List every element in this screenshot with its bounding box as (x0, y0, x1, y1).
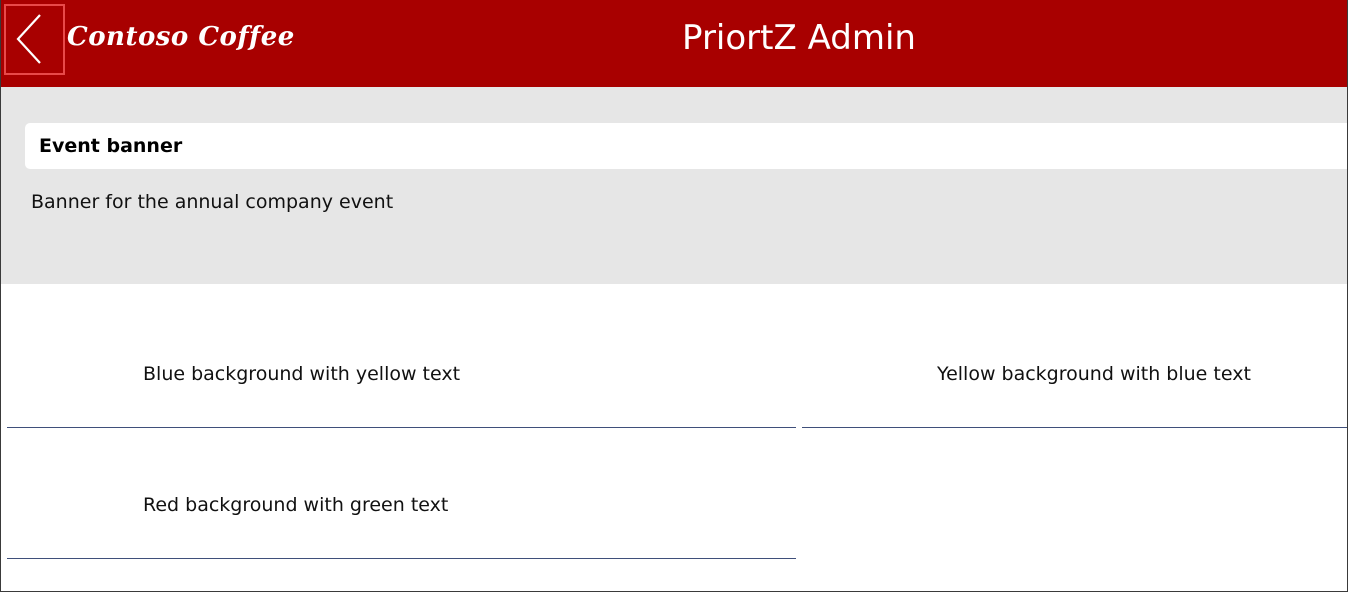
gallery-item-separator (7, 558, 796, 559)
banner-section: Event banner Banner for the annual compa… (1, 87, 1347, 284)
banner-title-box: Event banner (25, 123, 1347, 169)
gallery-item[interactable]: Yellow background with blue text (802, 297, 1347, 428)
gallery-item[interactable]: Blue background with yellow text (7, 297, 796, 428)
brand-logo: Contoso Coffee (67, 22, 295, 52)
page-title: PriortZ Admin (682, 18, 916, 58)
chevron-left-icon (16, 14, 41, 64)
app-screen: Contoso Coffee PriortZ Admin Event banne… (0, 0, 1348, 592)
banner-description: Banner for the annual company event (31, 191, 394, 213)
gallery-item-label: Blue background with yellow text (143, 363, 461, 385)
app-header: Contoso Coffee PriortZ Admin (1, 0, 1347, 87)
back-button[interactable] (4, 4, 65, 75)
gallery-item[interactable]: Red background with green text (7, 428, 796, 559)
banner-title: Event banner (39, 135, 183, 157)
gallery-item-separator (802, 427, 1347, 428)
gallery-item-label: Red background with green text (143, 494, 449, 516)
gallery-item-label: Yellow background with blue text (937, 363, 1251, 385)
banner-style-gallery: Blue background with yellow text Yellow … (1, 284, 1347, 591)
